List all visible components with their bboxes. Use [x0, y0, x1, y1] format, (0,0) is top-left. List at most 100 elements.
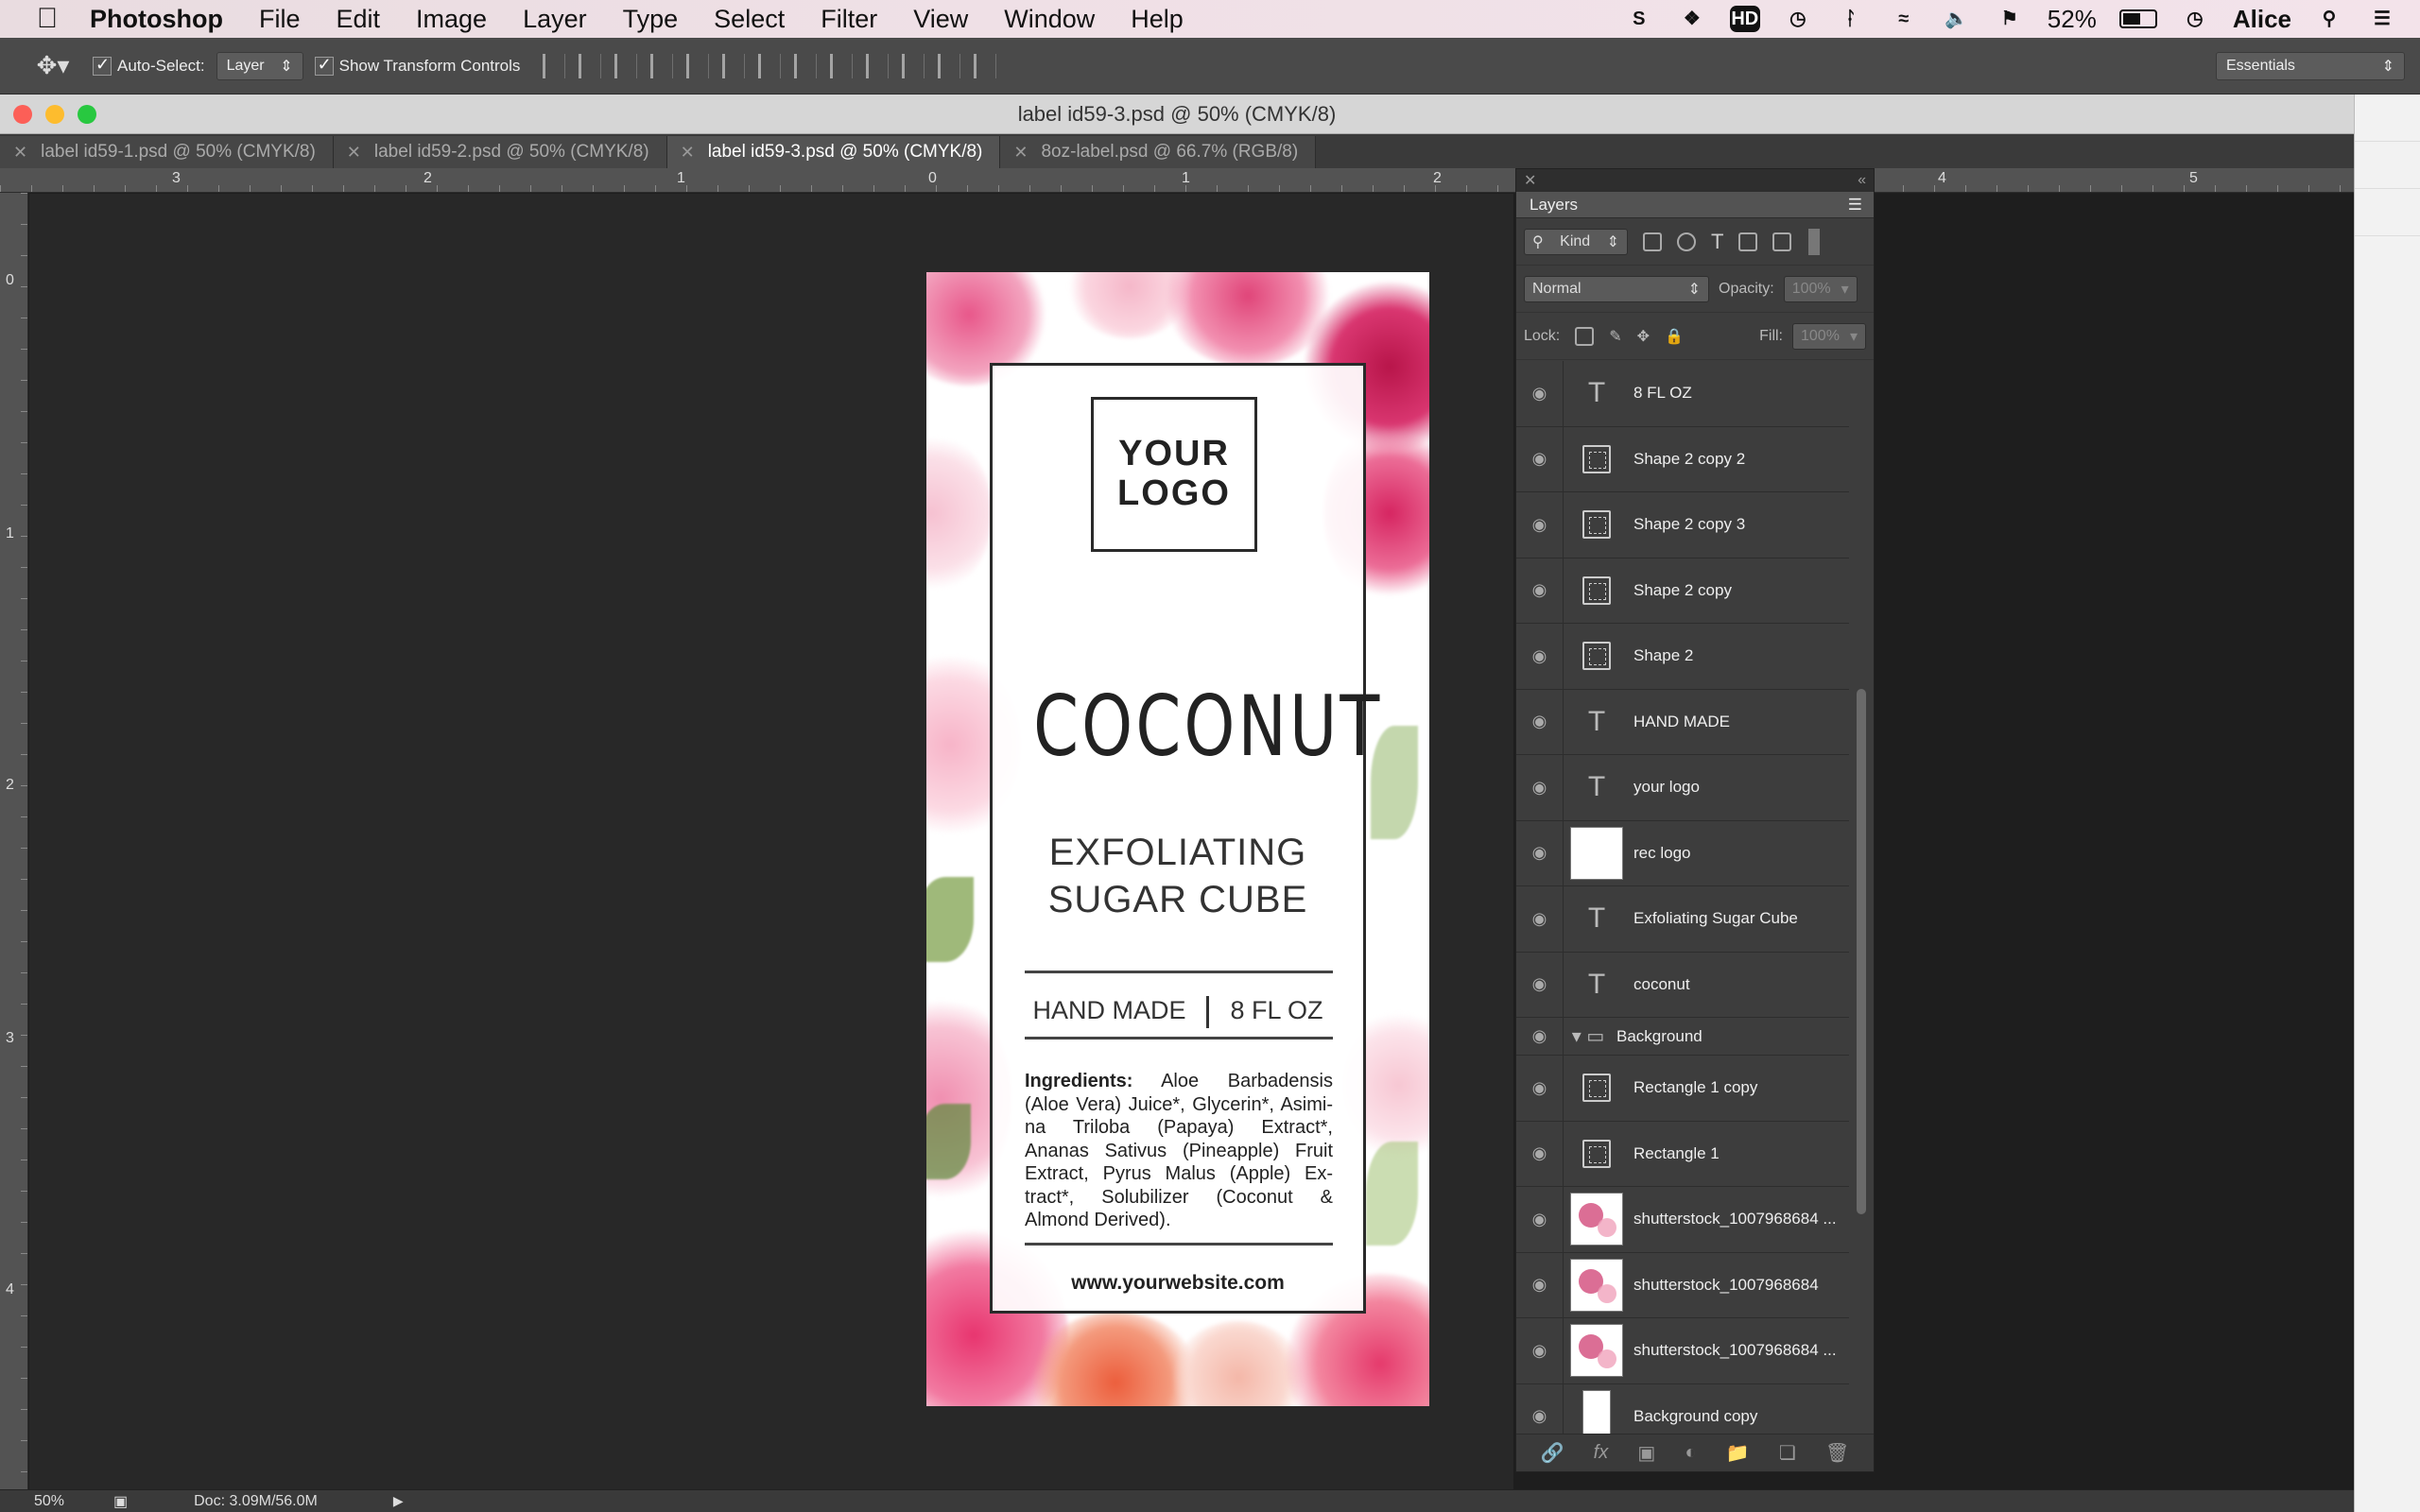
distribute-bottom-icon[interactable]: [830, 53, 854, 78]
menu-app-name[interactable]: Photoshop: [72, 5, 241, 34]
layer-row[interactable]: ◉ shutterstock_1007968684 ...: [1516, 1187, 1849, 1253]
layer-list[interactable]: ◉ T 8 FL OZ ◉ Shape 2 copy 2 ◉ Shape 2 copy 3 ◉…: [1516, 361, 1849, 1434]
new-group-icon[interactable]: 📁: [1726, 1441, 1750, 1465]
distribute-left-icon[interactable]: [866, 53, 890, 78]
auto-align-icon[interactable]: [974, 53, 997, 78]
align-top-icon[interactable]: [543, 53, 566, 78]
show-transform-checkbox[interactable]: [314, 55, 334, 76]
lock-brush-icon[interactable]: ✎: [1609, 327, 1621, 346]
layer-row[interactable]: ◉ Tyour logo: [1516, 755, 1849, 821]
distribute-right-icon[interactable]: [938, 53, 961, 78]
layer-row[interactable]: ◉ shutterstock_1007968684: [1516, 1252, 1849, 1318]
layer-row[interactable]: ◉ Rectangle 1 copy: [1516, 1056, 1849, 1122]
skype-icon[interactable]: S: [1624, 6, 1654, 32]
close-tab-icon[interactable]: ✕: [1013, 143, 1028, 163]
wifi-icon[interactable]: ≈: [1889, 6, 1919, 32]
layer-row[interactable]: ◉ Shape 2 copy 3: [1516, 492, 1849, 558]
filter-toggle-icon[interactable]: [1808, 228, 1821, 255]
panel-menu-icon[interactable]: ☰: [1841, 195, 1868, 215]
lock-all-icon[interactable]: 🔒: [1665, 327, 1684, 346]
layer-row[interactable]: ◉ rec logo: [1516, 820, 1849, 886]
dropbox-icon[interactable]: ❖: [1677, 6, 1707, 32]
visibility-eye-icon[interactable]: ◉: [1516, 820, 1564, 885]
filter-adjustment-icon[interactable]: [1677, 232, 1696, 251]
align-bottom-icon[interactable]: [614, 53, 638, 78]
label-artwork[interactable]: YOUR LOGO COCONUT EXFOLIATING SUGAR CUBE…: [926, 272, 1429, 1406]
close-tab-icon[interactable]: ✕: [681, 143, 695, 163]
align-right-icon[interactable]: [722, 53, 746, 78]
visibility-eye-icon[interactable]: ◉: [1516, 755, 1564, 820]
layer-row[interactable]: ◉ Rectangle 1: [1516, 1121, 1849, 1187]
volume-icon[interactable]: 🔈: [1942, 6, 1972, 32]
layer-row[interactable]: ◉ shutterstock_1007968684 ...: [1516, 1318, 1849, 1384]
menu-type[interactable]: Type: [605, 5, 697, 34]
visibility-eye-icon[interactable]: ◉: [1516, 886, 1564, 952]
time-machine-icon[interactable]: ◷: [1783, 6, 1813, 32]
layer-row[interactable]: ◉ T Exfoliating Sugar Cube: [1516, 886, 1849, 953]
menu-window[interactable]: Window: [986, 5, 1113, 34]
lock-move-icon[interactable]: ✥: [1637, 327, 1650, 346]
visibility-eye-icon[interactable]: ◉: [1516, 952, 1564, 1017]
align-vcenter-icon[interactable]: [579, 53, 602, 78]
menu-view[interactable]: View: [895, 5, 986, 34]
align-hcenter-icon[interactable]: [686, 53, 710, 78]
fx-icon[interactable]: fx: [1594, 1442, 1609, 1464]
visibility-eye-icon[interactable]: ◉: [1516, 1383, 1564, 1434]
layer-row[interactable]: ◉ T 8 FL OZ: [1516, 361, 1849, 427]
spotlight-icon[interactable]: ⚲: [2314, 6, 2344, 32]
fill-field[interactable]: 100% ▾: [1792, 322, 1866, 350]
new-layer-icon[interactable]: ❏: [1779, 1441, 1796, 1465]
layers-tab[interactable]: Layers: [1524, 195, 1584, 215]
menu-select[interactable]: Select: [696, 5, 803, 34]
filter-shape-icon[interactable]: [1738, 232, 1758, 251]
menu-image[interactable]: Image: [398, 5, 505, 34]
adjustment-layer-icon[interactable]: ◐: [1685, 1442, 1696, 1464]
collapse-panel-icon[interactable]: «: [1858, 172, 1866, 189]
menu-edit[interactable]: Edit: [319, 5, 399, 34]
move-tool-icon[interactable]: ✥▾: [25, 47, 81, 85]
visibility-eye-icon[interactable]: ◉: [1516, 492, 1564, 558]
auto-select-checkbox[interactable]: [93, 55, 112, 76]
layer-row[interactable]: ◉ Tcoconut: [1516, 952, 1849, 1018]
distribute-hcenter-icon[interactable]: [902, 53, 925, 78]
auto-select-dropdown[interactable]: Layer ⇕: [216, 51, 303, 80]
visibility-eye-icon[interactable]: ◉: [1516, 689, 1564, 754]
align-left-icon[interactable]: [650, 53, 674, 78]
flag-icon[interactable]: ⚑: [1995, 6, 2025, 32]
link-layers-icon[interactable]: 🔗: [1541, 1441, 1564, 1465]
menu-layer[interactable]: Layer: [505, 5, 605, 34]
add-mask-icon[interactable]: ▣: [1637, 1441, 1655, 1465]
doc-tab-1[interactable]: ✕ label id59-1.psd @ 50% (CMYK/8): [0, 136, 334, 168]
layer-row[interactable]: ◉ Shape 2: [1516, 624, 1849, 690]
close-tab-icon[interactable]: ✕: [13, 143, 27, 163]
opacity-field[interactable]: 100% ▾: [1783, 275, 1858, 302]
visibility-eye-icon[interactable]: ◉: [1516, 1252, 1564, 1317]
menu-help[interactable]: Help: [1113, 5, 1201, 34]
trash-icon[interactable]: 🗑: [1825, 1441, 1849, 1465]
blend-mode-dropdown[interactable]: Normal ⇕: [1524, 275, 1709, 302]
visibility-eye-icon[interactable]: ◉: [1516, 361, 1564, 426]
layers-scrollbar[interactable]: [1855, 377, 1868, 1228]
status-menu-arrow-icon[interactable]: ▶: [393, 1493, 404, 1509]
close-panel-icon[interactable]: ✕: [1524, 171, 1536, 190]
lock-transparency-icon[interactable]: [1575, 326, 1595, 346]
visibility-eye-icon[interactable]: ◉: [1516, 1056, 1564, 1121]
filter-pixel-icon[interactable]: [1643, 232, 1662, 251]
battery-icon[interactable]: [2118, 9, 2157, 28]
layer-row[interactable]: ◉ Shape 2 copy 2: [1516, 426, 1849, 492]
notification-center-icon[interactable]: ☰: [2367, 6, 2397, 32]
filter-type-icon[interactable]: T: [1711, 230, 1723, 254]
apple-icon[interactable]: : [23, 3, 72, 35]
horizontal-ruler[interactable]: 3 2 1 0 1 2 4 5: [0, 168, 2354, 193]
menu-file[interactable]: File: [241, 5, 319, 34]
close-tab-icon[interactable]: ✕: [347, 143, 361, 163]
distribute-vcenter-icon[interactable]: [794, 53, 818, 78]
proof-icon[interactable]: ▣: [113, 1492, 128, 1511]
layer-row[interactable]: ◉ T HAND MADE: [1516, 689, 1849, 755]
vertical-ruler[interactable]: 0 1 2 3 4: [0, 193, 28, 1489]
bluetooth-icon[interactable]: ᛛ: [1836, 6, 1866, 32]
layer-row[interactable]: ◉ Shape 2 copy: [1516, 558, 1849, 624]
doc-tab-3[interactable]: ✕ label id59-3.psd @ 50% (CMYK/8): [666, 136, 1001, 168]
hd-icon[interactable]: HD: [1729, 6, 1760, 32]
zoom-level[interactable]: 50%: [0, 1493, 104, 1510]
